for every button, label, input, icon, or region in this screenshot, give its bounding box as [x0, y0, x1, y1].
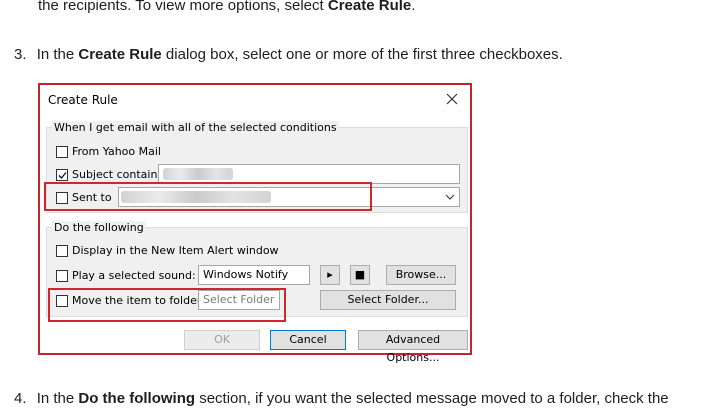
redacted-subject	[163, 168, 233, 180]
play-button[interactable]: ▸	[320, 265, 340, 285]
from-checkbox-row[interactable]: From Yahoo Mail	[56, 145, 161, 158]
from-checkbox[interactable]	[56, 145, 68, 158]
doc-bold-span: Create Rule	[78, 46, 162, 63]
doc-bold-span: Do the following	[78, 390, 196, 407]
subject-checkbox[interactable]	[56, 168, 68, 181]
close-icon[interactable]	[442, 89, 462, 109]
chevron-down-icon[interactable]	[441, 188, 459, 206]
doc-text-span: the recipients. To view more options, se…	[38, 0, 328, 14]
conditions-group-label: When I get email with all of the selecte…	[52, 121, 339, 134]
step3-line: 3. In the Create Rule dialog box, select…	[14, 45, 563, 65]
doc-text-span: In the	[36, 390, 79, 407]
doc-bold-span: Create Rule	[327, 0, 412, 14]
do-following-group-label: Do the following	[52, 221, 146, 234]
play-sound-label: Play a selected sound:	[72, 269, 196, 282]
play-sound-checkbox[interactable]	[56, 269, 68, 282]
display-alert-checkbox[interactable]	[56, 244, 68, 257]
display-alert-label: Display in the New Item Alert window	[72, 244, 279, 257]
sound-field[interactable]: Windows Notify Email.	[198, 265, 310, 299]
from-label: From Yahoo Mail	[72, 145, 161, 158]
dialog-titlebar: Create Rule	[40, 85, 470, 115]
ok-button[interactable]: OK	[184, 330, 260, 350]
step-number: 3.	[14, 46, 27, 63]
doc-text-span: In the	[36, 46, 79, 63]
create-rule-dialog: Create Rule When I get email with all of…	[38, 83, 472, 364]
subject-checkbox-row[interactable]: Subject contains	[56, 168, 163, 181]
subject-label: Subject contains	[72, 168, 164, 181]
dialog-title: Create Rule	[48, 93, 118, 107]
doc-text-span: dialog box, select one or more of the fi…	[161, 46, 563, 63]
select-folder-button[interactable]: Select Folder...	[320, 290, 456, 310]
step-number: 4.	[14, 390, 27, 407]
step4-line: 4. In the Do the following section, if y…	[14, 389, 669, 409]
stop-icon: ■	[354, 268, 366, 281]
sent-to-highlight	[44, 182, 372, 211]
doc-line-top: the recipients. To view more options, se…	[38, 0, 415, 16]
cancel-button[interactable]: Cancel	[270, 330, 346, 350]
browse-button[interactable]: Browse...	[386, 265, 456, 285]
doc-text-span: section, if you want the selected messag…	[195, 390, 669, 407]
subject-input[interactable]	[158, 164, 460, 184]
play-icon: ▸	[327, 268, 333, 281]
stop-button[interactable]: ■	[350, 265, 370, 285]
play-sound-checkbox-row[interactable]: Play a selected sound:	[56, 269, 196, 282]
display-alert-checkbox-row[interactable]: Display in the New Item Alert window	[56, 244, 279, 257]
move-highlight	[48, 288, 286, 322]
doc-text-span: .	[411, 0, 416, 14]
advanced-options-button[interactable]: Advanced Options...	[358, 330, 468, 364]
